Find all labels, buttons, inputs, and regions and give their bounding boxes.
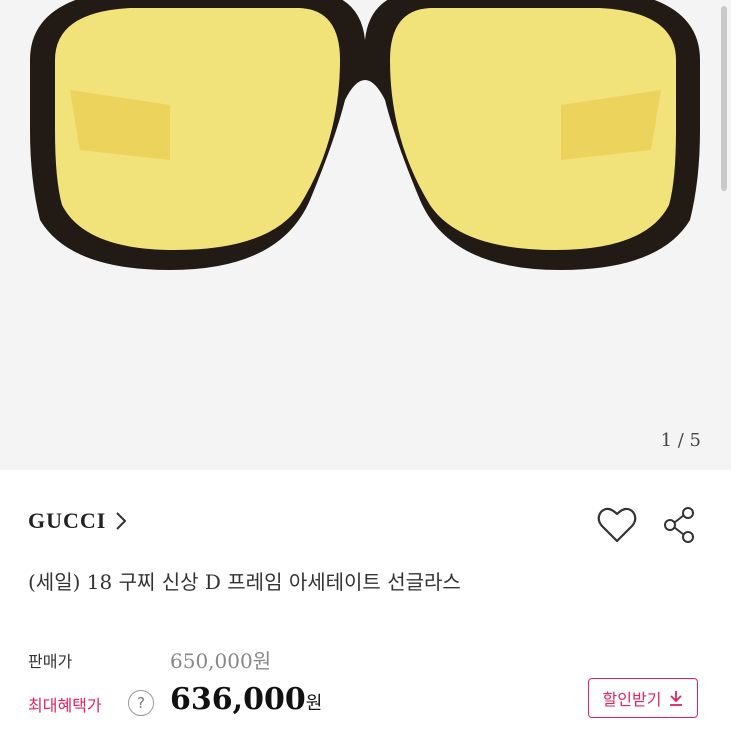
- max-benefit-label: 최대혜택가: [28, 696, 102, 715]
- max-benefit-price-value: 636,000: [170, 682, 306, 717]
- sale-price: 650,000원: [170, 649, 272, 673]
- heart-icon[interactable]: [596, 505, 638, 545]
- scrollbar[interactable]: [721, 6, 727, 191]
- chevron-right-icon: [116, 512, 127, 530]
- coupon-button[interactable]: 할인받기: [588, 678, 698, 718]
- gallery-pager: 1 / 5: [660, 430, 701, 451]
- currency-unit: 원: [305, 693, 323, 714]
- brand-name: GUCCI: [28, 508, 107, 533]
- download-arrow-icon: [670, 691, 683, 706]
- sale-price-label: 판매가: [28, 652, 73, 671]
- sunglasses-image: [30, 0, 700, 270]
- product-title: (세일) 18 구찌 신상 D 프레임 아세테이트 선글라스: [28, 570, 461, 594]
- product-image-gallery[interactable]: 1 / 5: [0, 0, 731, 470]
- coupon-button-label: 할인받기: [602, 690, 662, 709]
- brand-link[interactable]: GUCCI: [28, 508, 128, 534]
- share-icon[interactable]: [660, 505, 700, 545]
- max-benefit-price: 636,000원: [170, 682, 322, 717]
- question-icon[interactable]: ?: [128, 690, 154, 716]
